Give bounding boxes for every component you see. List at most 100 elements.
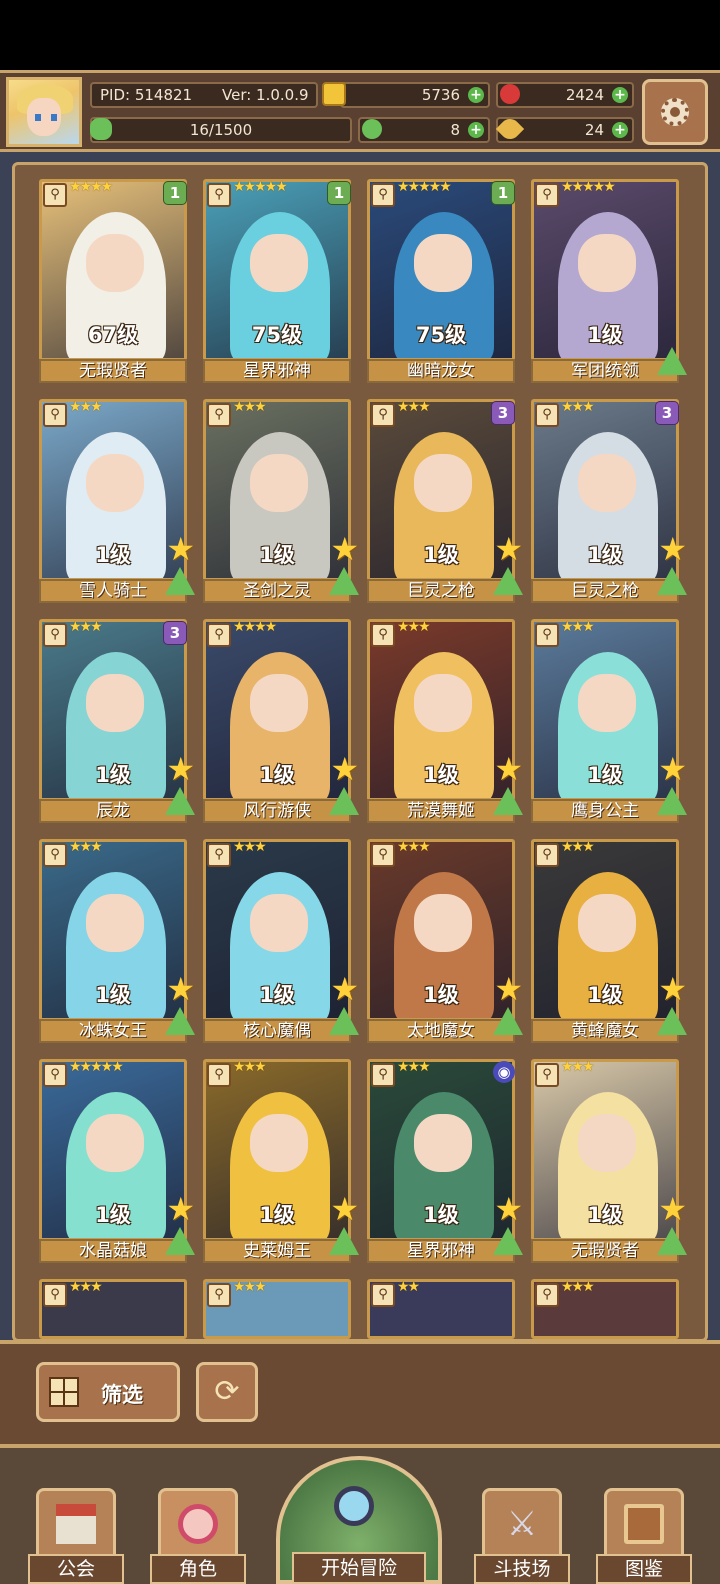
ruby-icon: [500, 84, 520, 104]
rank-badge: 3: [163, 621, 187, 645]
star-rating: ★★★: [233, 1279, 267, 1295]
level-up-arrow-icon: [493, 1007, 523, 1035]
hero-card[interactable]: ⚲ ★★★ ◉ 1级 星界邪神 ★: [367, 1059, 523, 1263]
hero-level: 1级: [423, 1203, 459, 1227]
hero-level: 1级: [95, 983, 131, 1007]
star-upgrade-icon: ★: [494, 530, 523, 568]
hero-card[interactable]: ⚲ ★★★ 1级 核心魔偶 ★: [203, 839, 359, 1043]
add-gems-button[interactable]: +: [612, 87, 628, 103]
hero-card[interactable]: ⚲ ★★★ 1级 鹰身公主 ★: [531, 619, 687, 823]
class-icon: ⚲: [207, 623, 231, 647]
refresh-button[interactable]: ⟳: [196, 1362, 258, 1422]
star-upgrade-icon: ★: [330, 1190, 359, 1228]
resource-header: PID: 514821 Ver: 1.0.0.9 5736 + 2424 + 1…: [0, 70, 720, 152]
nav-adventure[interactable]: 开始冒险: [276, 1456, 442, 1584]
roster-panel: ⚲ ★★★★ 1 67级 无瑕贤者 ⚲ ★★★★★ 1 75级 星界邪神 ⚲ ★★★★★ 1 75级 幽暗龙…: [12, 162, 708, 1342]
hero-card[interactable]: ⚲ ★★★★★ 1 75级 星界邪神: [203, 179, 353, 383]
add-coins-button[interactable]: +: [468, 87, 484, 103]
star-upgrade-icon: ★: [330, 970, 359, 1008]
filter-label: 筛选: [101, 1383, 143, 1407]
rank-badge: 3: [655, 401, 679, 425]
star-upgrade-icon: ★: [166, 530, 195, 568]
star-rating: ★★★: [397, 619, 431, 635]
class-icon: ⚲: [43, 183, 67, 207]
nav-character[interactable]: 角色: [150, 1488, 246, 1584]
star-upgrade-icon: ★: [658, 970, 687, 1008]
add-feathers-button[interactable]: +: [612, 122, 628, 138]
level-up-arrow-icon: [165, 567, 195, 595]
clover-value: 8: [450, 121, 460, 139]
hero-card[interactable]: ⚲ ★★★ 1级 圣剑之灵 ★: [203, 399, 359, 603]
level-up-arrow-icon: [329, 567, 359, 595]
refresh-icon: ⟳: [214, 1374, 240, 1409]
player-id: PID: 514821: [100, 86, 193, 104]
hero-card[interactable]: ⚲ ★★★ 1级 无瑕贤者 ★: [531, 1059, 687, 1263]
hero-card[interactable]: ⚲ ★★★ 3 1级 巨灵之枪 ★: [367, 399, 523, 603]
filter-button[interactable]: 筛选: [36, 1362, 180, 1422]
hero-card[interactable]: ⚲ ★★★ 1级 史莱姆王 ★: [203, 1059, 359, 1263]
star-rating: ★★★★: [69, 179, 113, 195]
class-icon: ⚲: [207, 403, 231, 427]
hero-card[interactable]: ⚲ ★★★ 3 1级 辰龙 ★: [39, 619, 195, 823]
star-rating: ★★★: [561, 839, 595, 855]
hero-level: 1级: [259, 983, 295, 1007]
star-rating: ★★★: [69, 839, 103, 855]
rank-badge: 3: [491, 401, 515, 425]
hero-level: 1级: [423, 983, 459, 1007]
hero-card[interactable]: ⚲ ★★★★ 1级 风行游侠 ★: [203, 619, 359, 823]
hero-card[interactable]: ⚲ ★★★ 1级 荒漠舞姬 ★: [367, 619, 523, 823]
star-upgrade-icon: ★: [494, 970, 523, 1008]
hero-card[interactable]: ⚲ ★★★★ 1 67级 无瑕贤者: [39, 179, 189, 383]
hero-level: 1级: [423, 543, 459, 567]
hero-level: 75级: [415, 323, 467, 347]
star-rating: ★★★: [561, 619, 595, 635]
nav-codex[interactable]: 图鉴: [596, 1488, 692, 1584]
settings-button[interactable]: [642, 79, 708, 145]
player-info: PID: 514821 Ver: 1.0.0.9: [90, 82, 318, 108]
coin-icon: [322, 82, 346, 106]
hero-card[interactable]: ⚲ ★★★★★ 1 75级 幽暗龙女: [367, 179, 517, 383]
hero-card[interactable]: ⚲ ★★★★★ 1级 水晶菇娘 ★: [39, 1059, 195, 1263]
book-icon: [624, 1504, 664, 1544]
class-icon: ⚲: [207, 1283, 231, 1307]
level-up-arrow-icon: [657, 567, 687, 595]
star-upgrade-icon: ★: [166, 970, 195, 1008]
gem-counter: 2424 +: [496, 82, 634, 108]
hero-roster: ⚲ ★★★★ 1 67级 无瑕贤者 ⚲ ★★★★★ 1 75级 星界邪神 ⚲ ★★★★★ 1 75级 幽暗龙…: [0, 152, 720, 1342]
hero-card[interactable]: ⚲ ★★★ 1级 太地魔女 ★: [367, 839, 523, 1043]
hero-level: 1级: [423, 763, 459, 787]
game-version: Ver: 1.0.0.9: [222, 86, 309, 104]
hero-card[interactable]: ⚲ ★★★ 1级 黄蜂魔女 ★: [531, 839, 687, 1043]
green-gear-icon: [362, 119, 382, 139]
gem-value: 2424: [565, 86, 604, 104]
level-up-arrow-icon: [657, 787, 687, 815]
status-bar-area: [0, 0, 720, 70]
star-rating: ★★★: [69, 619, 103, 635]
hero-level: 1级: [587, 323, 623, 347]
class-icon: ⚲: [43, 623, 67, 647]
star-upgrade-icon: ★: [494, 750, 523, 788]
hero-card[interactable]: ⚲ ★★★ 1级 冰蛛女王 ★: [39, 839, 195, 1043]
nav-guild[interactable]: 公会: [28, 1488, 124, 1584]
class-icon: ⚲: [43, 1283, 67, 1307]
hero-name: 无瑕贤者: [39, 359, 187, 383]
hero-card[interactable]: ⚲ ★★★ 3 1级 巨灵之枪 ★: [531, 399, 687, 603]
hero-level: 1级: [95, 543, 131, 567]
star-rating: ★★★: [397, 839, 431, 855]
hero-card[interactable]: ⚲ ★★★★★ 1级 军团统领: [531, 179, 687, 383]
character-face-icon: [178, 1504, 218, 1544]
magnifier-icon: [334, 1486, 374, 1526]
add-clover-button[interactable]: +: [468, 122, 484, 138]
feather-value: 24: [584, 121, 604, 139]
nav-codex-label: 图鉴: [596, 1554, 692, 1584]
hero-level: 1级: [259, 763, 295, 787]
class-icon: ⚲: [535, 1063, 559, 1087]
star-upgrade-icon: ★: [330, 750, 359, 788]
star-rating: ★★★★★: [69, 1059, 124, 1075]
player-avatar[interactable]: [6, 77, 82, 147]
star-rating: ★★★: [69, 399, 103, 415]
experience-bar: 16/1500: [90, 117, 352, 143]
hero-level: 1级: [587, 763, 623, 787]
nav-arena[interactable]: ⚔ 斗技场: [474, 1488, 570, 1584]
hero-card[interactable]: ⚲ ★★★ 1级 雪人骑士 ★: [39, 399, 195, 603]
